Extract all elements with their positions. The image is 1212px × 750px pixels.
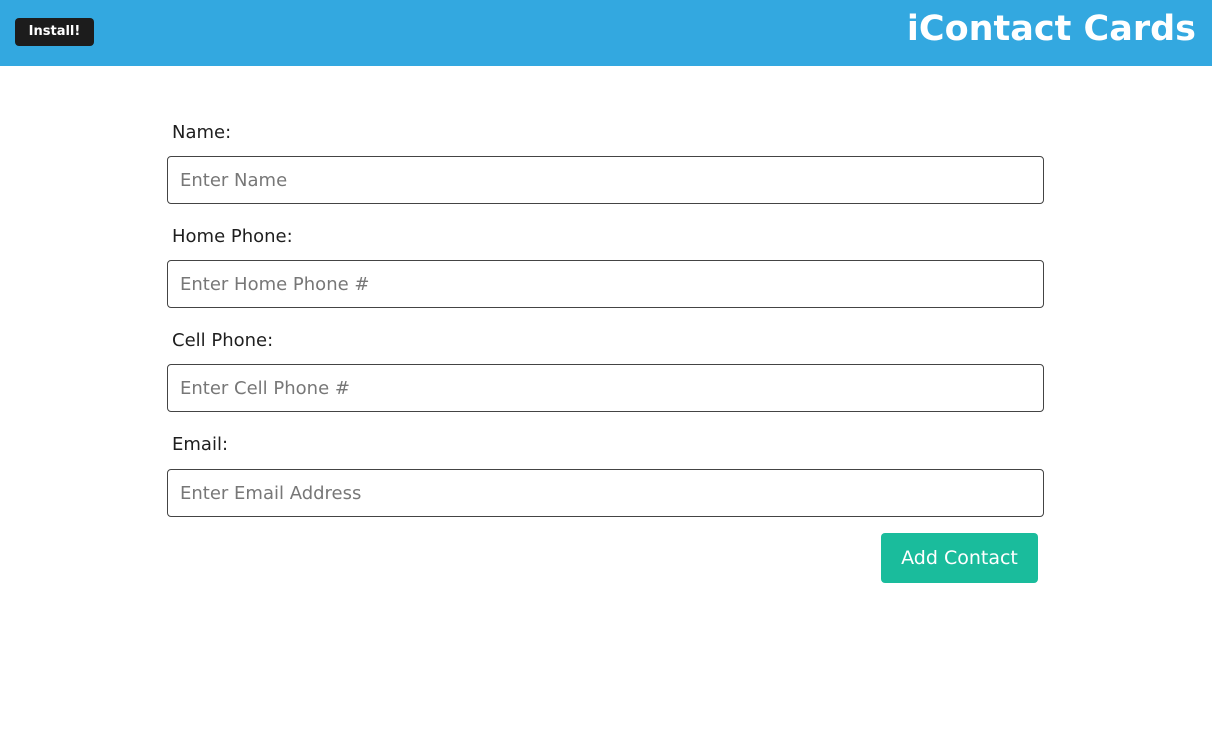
name-input[interactable] bbox=[167, 156, 1044, 204]
home-phone-input[interactable] bbox=[167, 260, 1044, 308]
cell-phone-label: Cell Phone: bbox=[172, 330, 274, 351]
name-label: Name: bbox=[172, 122, 232, 143]
cell-phone-input[interactable] bbox=[167, 364, 1044, 412]
app-header: Install! iContact Cards bbox=[0, 0, 1212, 66]
email-input[interactable] bbox=[167, 469, 1044, 517]
add-contact-button[interactable]: Add Contact bbox=[881, 533, 1038, 583]
install-button[interactable]: Install! bbox=[15, 18, 94, 46]
app-title: iContact Cards bbox=[906, 9, 1196, 49]
home-phone-label: Home Phone: bbox=[172, 226, 293, 247]
email-label: Email: bbox=[172, 434, 229, 455]
